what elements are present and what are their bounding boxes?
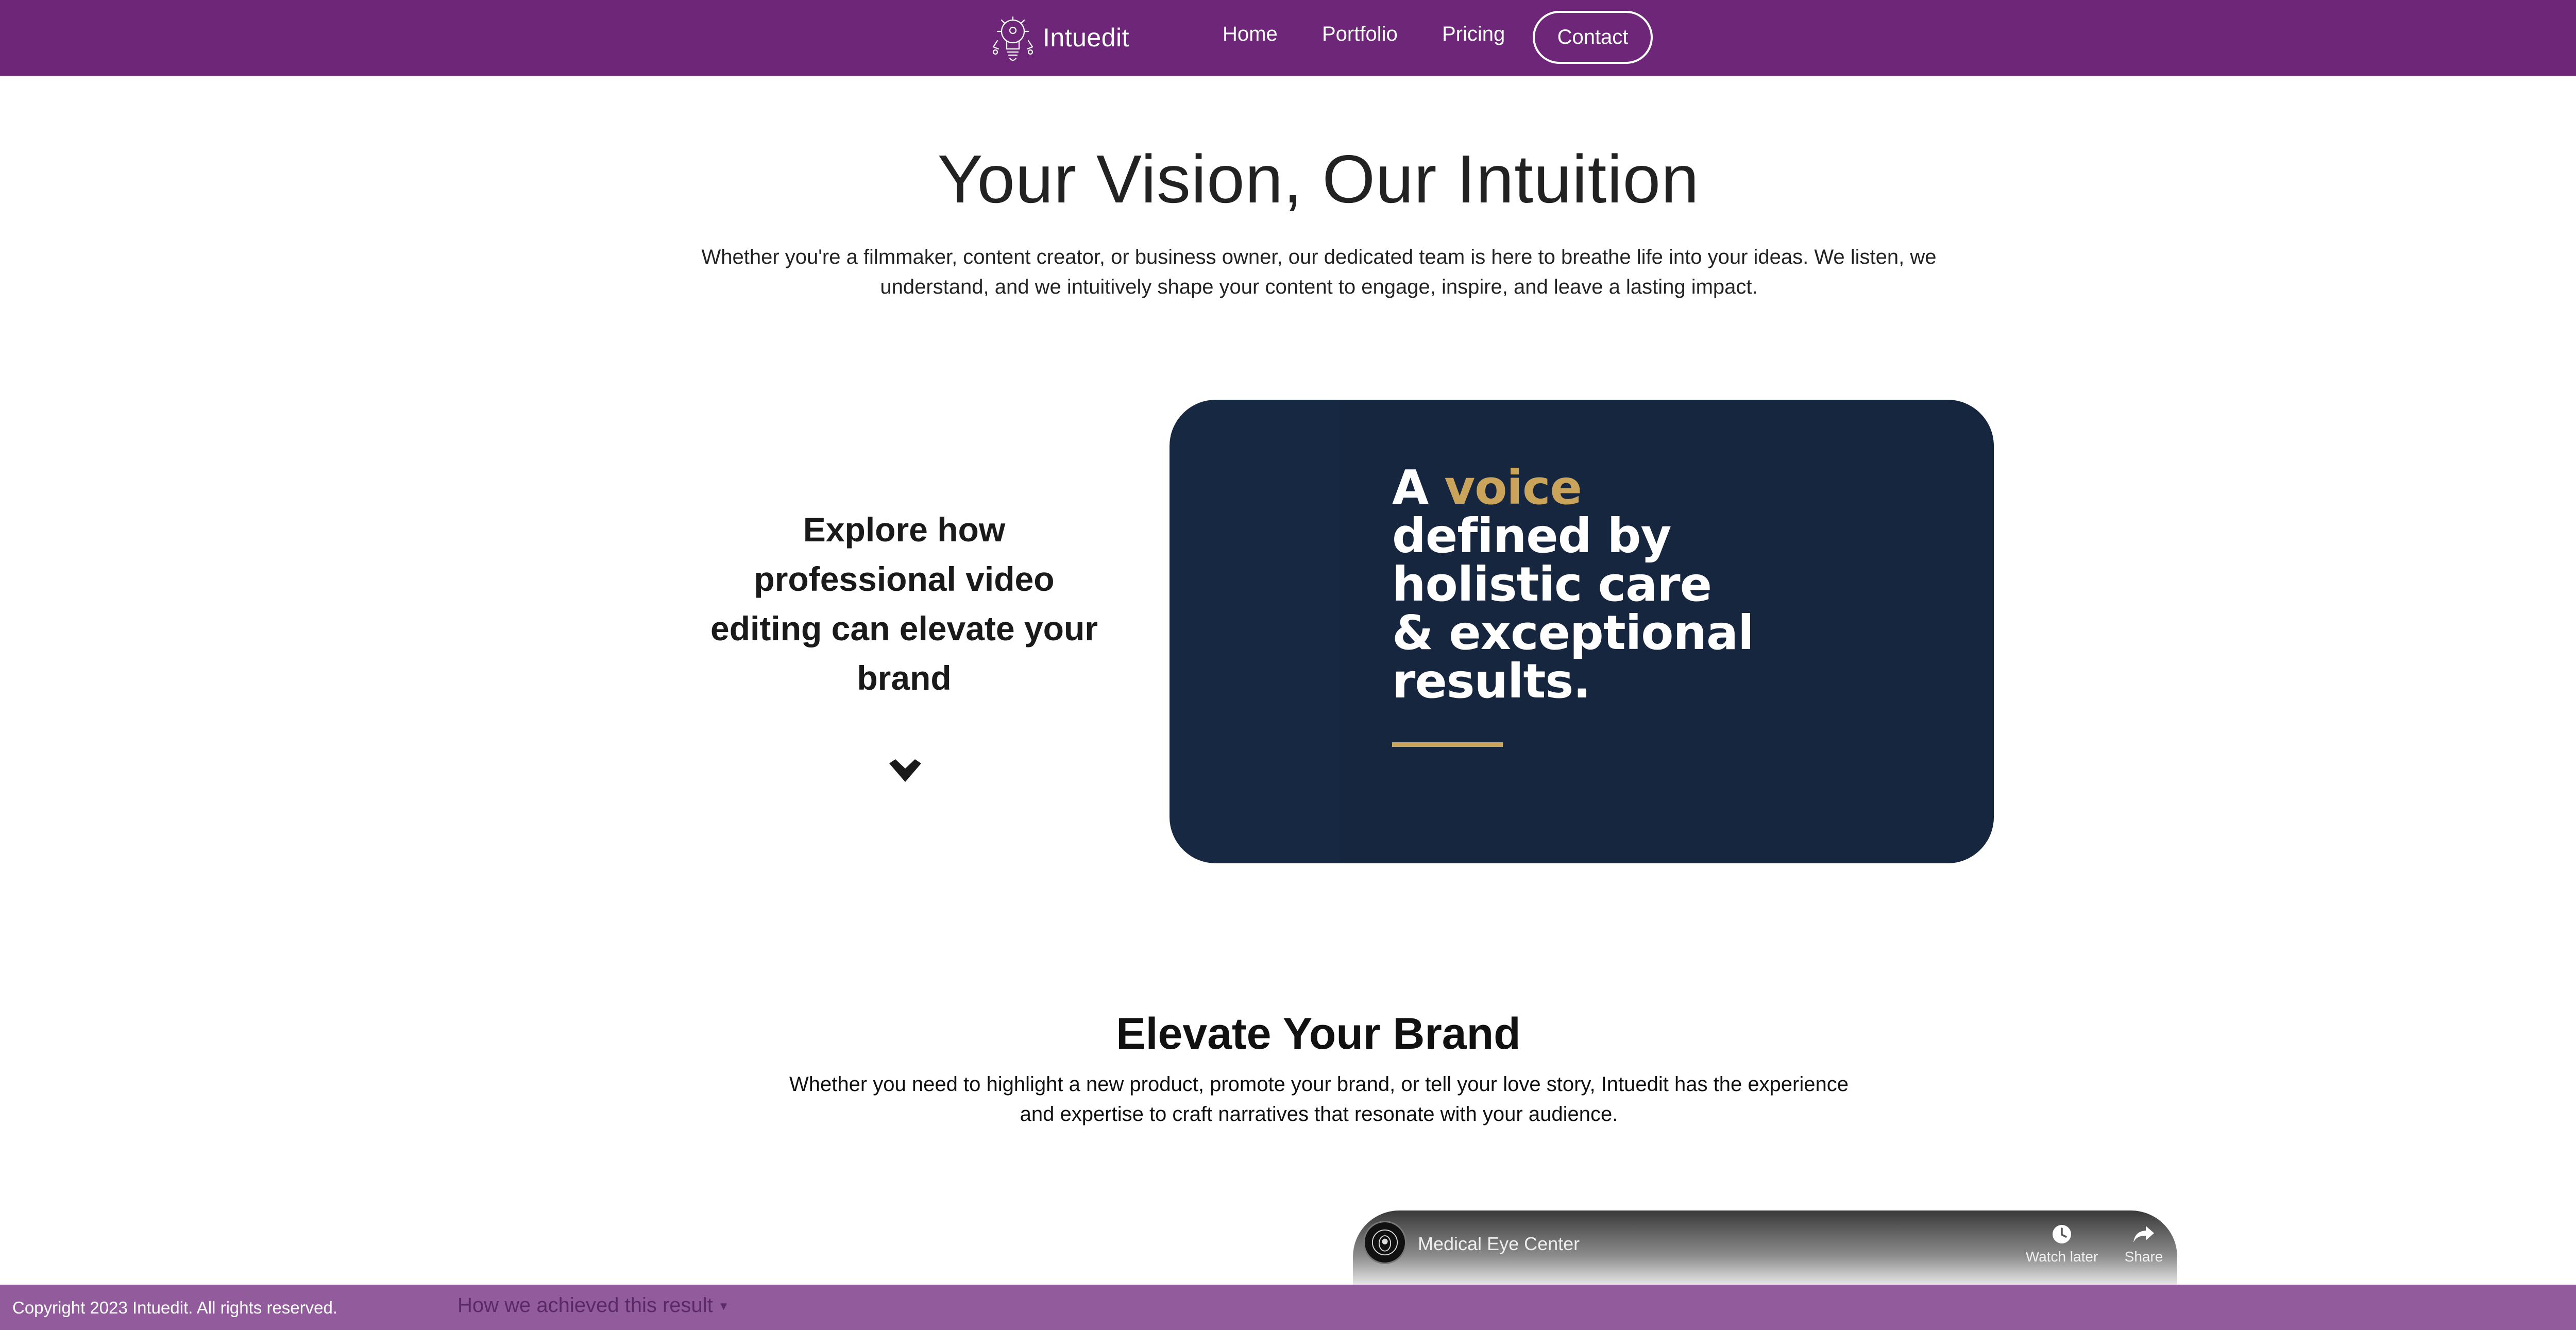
elevate-heading: Elevate Your Brand bbox=[1116, 1009, 1521, 1059]
footer-bar: Copyright 2023 Intuedit. All rights rese… bbox=[0, 1285, 2576, 1330]
nav-link-portfolio[interactable]: Portfolio bbox=[1322, 23, 1398, 46]
watch-later-label: Watch later bbox=[2025, 1249, 2098, 1265]
top-navbar: Intuedit Home Portfolio Pricing Contact bbox=[0, 0, 2576, 76]
voice-line-4: & exceptional bbox=[1392, 605, 1754, 660]
channel-avatar[interactable] bbox=[1363, 1221, 1406, 1264]
chevron-down-icon[interactable] bbox=[887, 758, 923, 786]
voice-line-2: defined by bbox=[1392, 508, 1671, 564]
voice-word-accent: voice bbox=[1444, 460, 1582, 515]
voice-underline-divider bbox=[1392, 742, 1503, 747]
how-we-achieved-label: How we achieved this result bbox=[457, 1294, 713, 1317]
clock-icon bbox=[2053, 1225, 2071, 1243]
voice-card-text: A voice defined by holistic care & excep… bbox=[1392, 464, 1856, 706]
voice-promo-card: A voice defined by holistic care & excep… bbox=[1170, 400, 1994, 863]
share-arrow-icon bbox=[2133, 1226, 2154, 1242]
nav-link-home[interactable]: Home bbox=[1223, 23, 1278, 46]
how-we-achieved-toggle[interactable]: How we achieved this result ▼ bbox=[457, 1294, 730, 1317]
lightbulb-robot-logo-icon bbox=[992, 16, 1033, 61]
hero-title: Your Vision, Our Intuition bbox=[937, 141, 1700, 217]
brand-name: Intuedit bbox=[1043, 23, 1130, 52]
watch-later-button[interactable]: Watch later bbox=[2023, 1223, 2100, 1265]
nav-link-pricing[interactable]: Pricing bbox=[1442, 23, 1505, 46]
video-channel-title[interactable]: Medical Eye Center bbox=[1418, 1233, 1580, 1255]
explore-heading: Explore how professional video editing c… bbox=[710, 510, 1098, 697]
brand-logo-link[interactable]: Intuedit bbox=[990, 9, 1129, 66]
dropdown-caret-icon: ▼ bbox=[718, 1300, 730, 1313]
eye-logo-icon bbox=[1371, 1229, 1398, 1256]
share-label: Share bbox=[2124, 1249, 2163, 1265]
copyright-text: Copyright 2023 Intuedit. All rights rese… bbox=[12, 1298, 338, 1317]
voice-line-5: results. bbox=[1392, 654, 1591, 709]
share-button[interactable]: Share bbox=[2105, 1223, 2177, 1265]
voice-word-a: A bbox=[1392, 460, 1429, 515]
voice-line-3: holistic care bbox=[1392, 557, 1712, 612]
hero-subtitle: Whether you're a filmmaker, content crea… bbox=[701, 246, 1937, 298]
contact-button[interactable]: Contact bbox=[1533, 11, 1653, 64]
elevate-subtitle: Whether you need to highlight a new prod… bbox=[789, 1073, 1849, 1126]
